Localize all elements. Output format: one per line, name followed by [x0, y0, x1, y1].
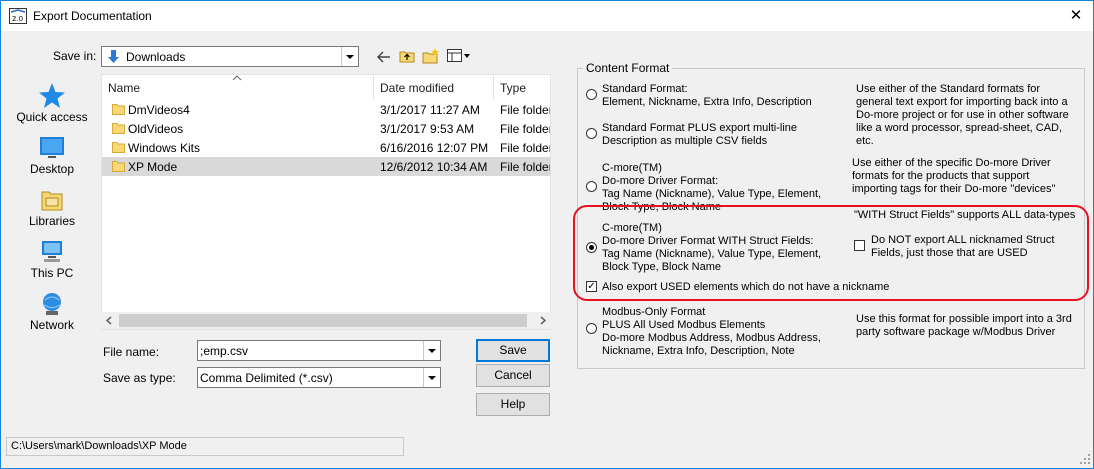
column-header-date[interactable]: Date modified	[374, 75, 494, 100]
column-header-name[interactable]: Name	[102, 75, 374, 100]
place-this-pc[interactable]: This PC	[9, 238, 95, 280]
file-name: Windows Kits	[128, 141, 201, 155]
quick-access-star-icon	[39, 83, 65, 108]
file-name-input[interactable]: ;emp.csv	[197, 340, 441, 361]
this-pc-icon	[42, 241, 62, 262]
save-in-label: Save in:	[53, 49, 97, 63]
resize-grip-icon[interactable]	[1079, 453, 1091, 465]
option-standard-format[interactable]: Standard Format: Element, Nickname, Extr…	[602, 83, 812, 109]
place-label: Network	[29, 318, 74, 332]
chevron-down-icon	[423, 368, 440, 387]
scrollbar-thumb[interactable]	[119, 314, 527, 327]
option-line: Standard Format:	[602, 83, 688, 95]
place-label: This PC	[30, 266, 74, 280]
scroll-left-icon[interactable]	[105, 316, 113, 325]
content-format-title: Content Format	[583, 61, 673, 75]
close-button[interactable]: ✕	[1065, 5, 1087, 27]
option-line: PLUS All Used Modbus Elements	[602, 319, 766, 331]
save-as-type-label: Save as type:	[103, 371, 176, 385]
file-type: File folder	[500, 122, 551, 136]
file-name: DmVideos4	[128, 103, 190, 117]
file-row[interactable]: DmVideos4 3/1/2017 11:27 AM File folder	[102, 100, 551, 119]
file-name-value: ;emp.csv	[200, 344, 249, 358]
place-label: Libraries	[28, 214, 76, 228]
file-row[interactable]: Windows Kits 6/16/2016 12:07 PM File fol…	[102, 138, 551, 157]
option-line: Modbus-Only Format	[602, 306, 706, 318]
option-line: Nickname, Extra Info, Description, Note	[602, 345, 795, 357]
folder-icon	[112, 161, 125, 172]
cancel-button[interactable]: Cancel	[476, 364, 550, 387]
option-line: Tag Name (Nickname), Value Type, Element…	[602, 188, 822, 200]
folder-icon	[112, 123, 125, 134]
option-line: Standard Format PLUS export multi-line	[602, 122, 798, 134]
highlight-annotation	[573, 205, 1089, 301]
column-header-type[interactable]: Type	[494, 75, 550, 100]
place-label: Quick access	[16, 110, 88, 124]
scroll-right-icon[interactable]	[539, 316, 547, 325]
option-standard-plus[interactable]: Standard Format PLUS export multi-line D…	[602, 122, 797, 148]
option-line: Description as multiple CSV fields	[602, 135, 768, 147]
save-in-value: Downloads	[126, 50, 186, 64]
network-icon	[43, 293, 61, 315]
status-path: C:\Users\mark\Downloads\XP Mode	[11, 440, 187, 452]
libraries-icon	[41, 191, 63, 211]
save-as-type-value: Comma Delimited (*.csv)	[200, 371, 333, 385]
places-bar: Quick access Desktop Libraries This PC N…	[9, 76, 95, 346]
file-name-label: File name:	[103, 345, 160, 359]
file-date: 12/6/2012 10:34 AM	[380, 160, 488, 174]
file-date: 3/1/2017 11:27 AM	[380, 103, 480, 117]
export-dialog: 2.0 Export Documentation ✕ Save in: Down…	[0, 0, 1094, 469]
folder-icon	[112, 142, 125, 153]
file-type: File folder	[500, 103, 551, 117]
modbus-description: Use this format for possible import into…	[856, 313, 1072, 338]
view-menu-icon[interactable]	[447, 49, 471, 63]
save-button[interactable]: Save	[476, 339, 550, 362]
status-path-bar: C:\Users\mark\Downloads\XP Mode	[6, 437, 404, 456]
place-libraries[interactable]: Libraries	[9, 186, 95, 228]
option-modbus-format[interactable]: Modbus-Only Format PLUS All Used Modbus …	[602, 306, 821, 358]
option-line: Do-more Driver Format:	[602, 175, 719, 187]
standard-description: Use either of the Standard formats for g…	[856, 83, 1069, 147]
file-name: OldVideos	[128, 122, 184, 136]
file-name: XP Mode	[128, 160, 178, 174]
close-icon: ✕	[1069, 7, 1083, 24]
back-arrow-icon[interactable]	[377, 51, 391, 63]
place-desktop[interactable]: Desktop	[9, 134, 95, 176]
option-line: C-more(TM)	[602, 162, 662, 174]
file-row[interactable]: OldVideos 3/1/2017 9:53 AM File folder	[102, 119, 551, 138]
file-date: 6/16/2016 12:07 PM	[380, 141, 489, 155]
file-list[interactable]: Name Date modified Type DmVideos4 3/1/20…	[101, 74, 551, 330]
downloads-arrow-icon	[108, 50, 119, 63]
chevron-down-icon	[341, 47, 358, 66]
folder-icon	[112, 104, 125, 115]
app-icon: 2.0	[9, 8, 27, 24]
radio-standard-format[interactable]	[586, 89, 597, 100]
up-folder-icon[interactable]	[399, 49, 415, 63]
radio-standard-plus[interactable]	[586, 128, 597, 139]
chevron-down-icon[interactable]	[423, 341, 440, 360]
desktop-icon	[40, 137, 64, 158]
file-type: File folder	[500, 141, 551, 155]
place-quick-access[interactable]: Quick access	[9, 82, 95, 124]
option-line: Do-more Modbus Address, Modbus Address,	[602, 332, 821, 344]
title-bar: 2.0 Export Documentation ✕	[1, 1, 1093, 31]
file-type: File folder	[500, 160, 551, 174]
file-row-selected[interactable]: XP Mode 12/6/2012 10:34 AM File folder	[102, 157, 551, 176]
driver-description: Use either of the specific Do-more Drive…	[852, 157, 1056, 195]
option-line: Element, Nickname, Extra Info, Descripti…	[602, 96, 812, 108]
help-button[interactable]: Help	[476, 393, 550, 416]
new-folder-icon[interactable]	[422, 48, 440, 64]
file-date: 3/1/2017 9:53 AM	[380, 122, 475, 136]
save-as-type-dropdown[interactable]: Comma Delimited (*.csv)	[197, 367, 441, 388]
place-label: Desktop	[29, 162, 75, 176]
radio-driver-format[interactable]	[586, 181, 597, 192]
save-in-dropdown[interactable]: Downloads	[101, 46, 359, 67]
place-network[interactable]: Network	[9, 290, 95, 332]
window-title: Export Documentation	[33, 9, 152, 23]
radio-modbus-format[interactable]	[586, 323, 597, 334]
svg-text:2.0: 2.0	[12, 15, 23, 23]
